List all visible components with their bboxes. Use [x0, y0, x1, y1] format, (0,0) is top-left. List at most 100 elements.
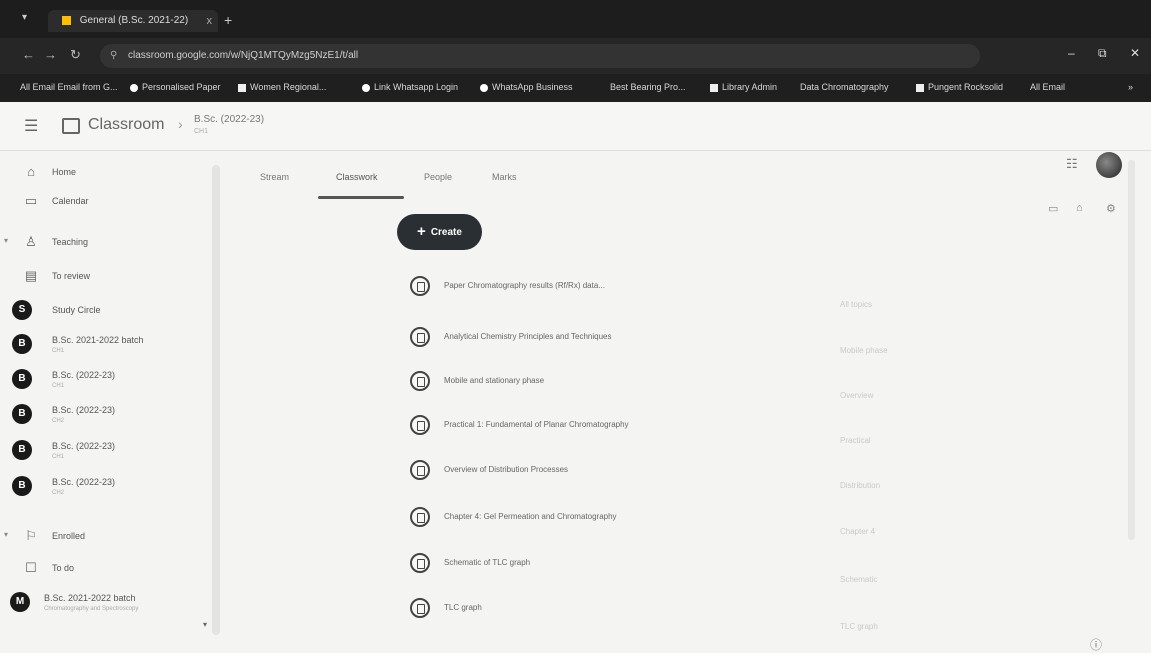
- new-tab-button[interactable]: +: [224, 12, 232, 28]
- classroom-logo-icon[interactable]: [62, 118, 80, 134]
- breadcrumb-separator-icon: ›: [178, 116, 183, 132]
- breadcrumb-class-section: CH1: [194, 128, 209, 135]
- bookmark-icon: [130, 83, 138, 92]
- classroom-favicon-icon: [62, 15, 71, 25]
- close-tab-icon[interactable]: x: [207, 10, 213, 32]
- list-item[interactable]: Schematic of TLC graph: [410, 551, 730, 581]
- sidebar-item-enrolled[interactable]: ▾ ⚐ Enrolled: [0, 522, 200, 552]
- topic-filter-item[interactable]: Schematic: [840, 575, 950, 584]
- address-bar[interactable]: ⚲ classroom.google.com/w/NjQ1MTQyMzg5NzE…: [100, 44, 980, 68]
- bookmark-item[interactable]: Women Regional...: [238, 82, 326, 92]
- reload-icon[interactable]: ↻: [70, 47, 81, 63]
- site-info-icon[interactable]: ⚲: [110, 44, 117, 68]
- drive-folder-icon[interactable]: ⌂: [1076, 202, 1083, 214]
- topic-filter-item[interactable]: Overview: [840, 391, 950, 400]
- active-tab-indicator: [318, 196, 404, 199]
- folder-icon: ▤: [24, 268, 38, 283]
- sidebar-item-home[interactable]: ⌂ Home: [0, 158, 200, 188]
- back-icon[interactable]: ←: [22, 47, 35, 62]
- bookmark-icon: [710, 83, 718, 92]
- sidebar-item-class[interactable]: M B.Sc. 2021-2022 batch Chromatography a…: [0, 588, 200, 618]
- sidebar-item-to-review[interactable]: ▤ To review: [0, 262, 200, 292]
- list-item[interactable]: Chapter 4: Gel Permeation and Chromatogr…: [410, 505, 730, 535]
- assignment-icon: [410, 598, 430, 618]
- topic-filter-item[interactable]: TLC graph: [840, 622, 950, 631]
- forward-icon[interactable]: →: [44, 47, 57, 62]
- scroll-down-icon[interactable]: ▾: [203, 620, 207, 629]
- class-avatar: S: [12, 300, 32, 320]
- calendar-icon: ▭: [24, 193, 38, 208]
- browser-tab-title: General (B.Sc. 2021-22): [79, 15, 189, 26]
- topic-filter-item[interactable]: Practical: [840, 436, 950, 445]
- topic-filter-item[interactable]: Chapter 4: [840, 527, 950, 536]
- bookmark-item[interactable]: Link Whatsapp Login: [362, 82, 458, 92]
- class-tabs: Stream Classwork People Marks: [240, 160, 1040, 200]
- list-item[interactable]: Mobile and stationary phase: [410, 369, 730, 399]
- todo-icon: ☐: [25, 560, 37, 575]
- settings-icon[interactable]: ⚙: [1106, 202, 1116, 215]
- bookmarks-overflow-button[interactable]: »: [1128, 82, 1133, 92]
- bookmark-item[interactable]: All Email Email from G...: [20, 82, 118, 92]
- tab-people[interactable]: People: [424, 172, 452, 182]
- bookmark-item[interactable]: Library Admin: [710, 82, 777, 92]
- bookmark-icon: [362, 83, 370, 92]
- class-avatar: B: [12, 476, 32, 496]
- list-item[interactable]: Practical 1: Fundamental of Planar Chrom…: [410, 413, 730, 443]
- class-avatar: B: [12, 334, 32, 354]
- tab-stream[interactable]: Stream: [260, 172, 289, 182]
- list-item[interactable]: Overview of Distribution Processes: [410, 458, 730, 488]
- app-header: ☰ Classroom › B.Sc. (2022-23) CH1 ☷: [0, 102, 1151, 171]
- class-avatar: B: [12, 404, 32, 424]
- bookmark-item[interactable]: All Email: [1030, 82, 1065, 92]
- sidebar-item-teaching[interactable]: ▾ ♙ Teaching: [0, 228, 200, 258]
- close-window-icon[interactable]: ✕: [1130, 46, 1140, 60]
- class-avatar: B: [12, 369, 32, 389]
- list-item[interactable]: TLC graph: [410, 596, 730, 626]
- sidebar-item-class[interactable]: B B.Sc. (2022-23) CH1: [0, 436, 200, 466]
- address-bar-url: classroom.google.com/w/NjQ1MTQyMzg5NzE1/…: [128, 50, 359, 61]
- list-item[interactable]: Paper Chromatography results (Rf/Rx) dat…: [410, 274, 730, 304]
- assignment-icon: [410, 327, 430, 347]
- bookmark-item[interactable]: Personalised Paper: [130, 82, 221, 92]
- help-icon[interactable]: ⓘ: [1090, 636, 1102, 653]
- tab-classwork[interactable]: Classwork: [336, 172, 378, 182]
- browser-tab[interactable]: General (B.Sc. 2021-22) x: [48, 10, 218, 32]
- bookmark-icon: [916, 83, 924, 92]
- tab-search-icon[interactable]: ▾: [22, 12, 27, 23]
- bookmark-item[interactable]: Best Bearing Pro...: [610, 82, 686, 92]
- app-brand[interactable]: Classroom: [88, 116, 164, 134]
- breadcrumb-class-title[interactable]: B.Sc. (2022-23): [194, 114, 264, 125]
- sidebar-item-class[interactable]: S Study Circle: [0, 296, 200, 326]
- main-scrollbar[interactable]: [1128, 160, 1135, 540]
- sidebar-item-class[interactable]: B B.Sc. 2021-2022 batch CH1: [0, 330, 200, 360]
- topic-filter-item[interactable]: Distribution: [840, 481, 950, 490]
- minimize-icon[interactable]: –: [1068, 46, 1075, 60]
- topic-filter-item[interactable]: Mobile phase: [840, 346, 950, 355]
- sidebar-item-class[interactable]: B B.Sc. (2022-23) CH2: [0, 472, 200, 502]
- create-button[interactable]: + Create: [397, 214, 482, 250]
- sidebar: ⌂ Home ▭ Calendar ▾ ♙ Teaching ▤ To revi…: [0, 150, 212, 652]
- home-icon: ⌂: [27, 164, 35, 179]
- sidebar-scrollbar[interactable]: [212, 165, 220, 635]
- sidebar-item-class[interactable]: B B.Sc. (2022-23) CH1: [0, 365, 200, 395]
- bookmark-item[interactable]: WhatsApp Business: [480, 82, 573, 92]
- assignment-icon: [410, 276, 430, 296]
- calendar-icon[interactable]: ▭: [1048, 202, 1058, 215]
- bookmark-icon: [480, 83, 488, 92]
- plus-icon: +: [417, 223, 426, 240]
- account-avatar[interactable]: [1096, 152, 1122, 178]
- sidebar-item-class[interactable]: B B.Sc. (2022-23) CH2: [0, 400, 200, 430]
- topic-filter-item[interactable]: All topics: [840, 300, 950, 309]
- apps-grid-icon[interactable]: ☷: [1066, 156, 1078, 172]
- sidebar-item-calendar[interactable]: ▭ Calendar: [0, 187, 200, 217]
- main-menu-icon[interactable]: ☰: [24, 116, 38, 136]
- maximize-icon[interactable]: ⧉: [1098, 46, 1107, 61]
- bookmark-item[interactable]: Data Chromatography: [800, 82, 889, 92]
- list-item[interactable]: Analytical Chemistry Principles and Tech…: [410, 325, 730, 355]
- sidebar-item-to-do[interactable]: ☐ To do: [0, 554, 200, 584]
- tab-marks[interactable]: Marks: [492, 172, 517, 182]
- expand-caret-icon[interactable]: ▾: [4, 236, 8, 245]
- class-avatar: M: [10, 592, 30, 612]
- expand-caret-icon[interactable]: ▾: [4, 530, 8, 539]
- bookmark-item[interactable]: Pungent Rocksolid: [916, 82, 1003, 92]
